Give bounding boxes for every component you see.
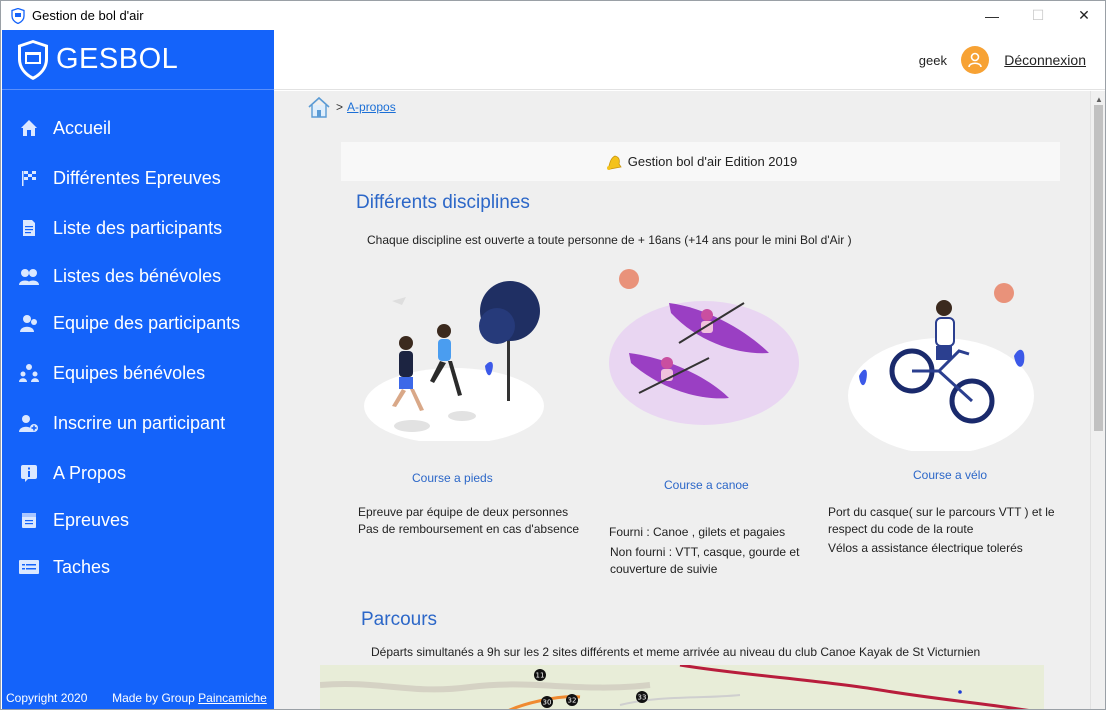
- sidebar-footer: Copyright 2020 Made by Group Paincamiche: [6, 691, 267, 705]
- discipline-caption-canoe: Course a canoe: [664, 478, 749, 492]
- edition-banner: Gestion bol d'air Edition 2019: [341, 142, 1060, 181]
- top-header: geek Déconnexion: [274, 30, 1105, 90]
- sidebar-item-label: Listes des bénévoles: [53, 265, 222, 286]
- sidebar-item-inscrire-participant[interactable]: Inscrire un participant: [2, 403, 274, 443]
- discipline-text-bike-1: Port du casque( sur le parcours VTT ) et…: [828, 505, 1055, 519]
- discipline-text-bike-3: Vélos a assistance électrique tolerés: [828, 541, 1023, 555]
- brand-name: GESBOL: [56, 43, 179, 75]
- shield-logo-icon: [18, 39, 48, 80]
- parcours-text: Départs simultanés a 9h sur les 2 sites …: [371, 645, 981, 659]
- breadcrumb: > A-propos: [307, 96, 396, 118]
- breadcrumb-current[interactable]: A-propos: [347, 100, 396, 114]
- checkered-flag-icon: [18, 167, 40, 189]
- window-controls: — ☐ ✕: [969, 1, 1105, 30]
- sidebar-item-label: Equipes bénévoles: [53, 362, 206, 383]
- sidebar-item-epreuves-differentes[interactable]: Différentes Epreuves: [2, 158, 274, 198]
- sidebar-item-a-propos[interactable]: A Propos: [2, 453, 274, 493]
- scroll-up-icon[interactable]: ▲: [1095, 95, 1103, 104]
- sidebar-item-listes-benevoles[interactable]: Listes des bénévoles: [2, 256, 274, 296]
- scroll-thumb[interactable]: [1094, 105, 1103, 431]
- sidebar-item-liste-participants[interactable]: Liste des participants: [2, 208, 274, 248]
- sidebar-item-label: Equipe des participants: [53, 312, 241, 333]
- title-bar: Gestion de bol d'air — ☐ ✕: [1, 1, 1105, 30]
- volunteer-team-icon: [18, 362, 40, 384]
- map-marker-11: 11: [536, 672, 545, 680]
- minimize-button[interactable]: —: [969, 1, 1015, 30]
- shield-app-icon: [11, 7, 25, 24]
- disciplines-intro: Chaque discipline est ouverte a toute pe…: [367, 233, 852, 247]
- map-marker-32: 32: [568, 697, 577, 705]
- tasks-icon: [18, 556, 40, 578]
- home-icon: [18, 117, 40, 139]
- group-link[interactable]: Paincamiche: [198, 691, 267, 705]
- canoe-illustration: [609, 269, 799, 425]
- window-title: Gestion de bol d'air: [32, 8, 144, 23]
- discipline-text-canoe-3: couverture de suivie: [610, 562, 718, 576]
- discipline-text-running-1: Epreuve par équipe de deux personnes: [358, 505, 569, 519]
- close-button[interactable]: ✕: [1061, 1, 1105, 30]
- map-marker-33: 33: [638, 694, 647, 702]
- sidebar-item-label: Accueil: [53, 117, 112, 138]
- document-icon: [18, 217, 40, 239]
- discipline-text-running-2: Pas de remboursement en cas d'absence: [358, 522, 580, 536]
- sidebar-item-epreuves[interactable]: Epreuves: [2, 500, 274, 540]
- bell-icon: [606, 155, 622, 170]
- sidebar-item-accueil[interactable]: Accueil: [2, 108, 274, 148]
- map-marker-30: 30: [543, 699, 552, 707]
- team-icon: [18, 312, 40, 334]
- sidebar-item-equipe-participants[interactable]: Equipe des participants: [2, 303, 274, 343]
- main-content: > A-propos Gestion bol d'air Edition 201…: [274, 91, 1090, 709]
- home-icon[interactable]: [307, 96, 331, 118]
- brand: GESBOL: [2, 30, 274, 90]
- parcours-title: Parcours: [361, 609, 438, 630]
- copyright-text: Copyright 2020: [6, 691, 88, 705]
- disciplines-title: Différents disciplines: [356, 192, 530, 213]
- maximize-button[interactable]: ☐: [1015, 1, 1061, 30]
- content-scrollbar[interactable]: ▲: [1090, 91, 1105, 709]
- logout-link[interactable]: Déconnexion: [1004, 52, 1086, 68]
- running-illustration: [364, 281, 544, 441]
- sidebar-item-label: Inscrire un participant: [53, 412, 226, 433]
- sidebar-item-equipes-benevoles[interactable]: Equipes bénévoles: [2, 353, 274, 393]
- info-icon: [18, 462, 40, 484]
- sidebar: GESBOL Accueil Différentes Epreuves List…: [2, 30, 274, 709]
- add-user-icon: [18, 412, 40, 434]
- bike-illustration: [848, 283, 1034, 451]
- user-icon: [968, 52, 982, 68]
- breadcrumb-separator: >: [336, 100, 344, 114]
- banner-text: Gestion bol d'air Edition 2019: [627, 154, 798, 169]
- sidebar-item-label: Taches: [53, 556, 111, 577]
- discipline-text-canoe-1: Fourni : Canoe , gilets et pagaies: [609, 525, 786, 539]
- avatar[interactable]: [961, 46, 989, 74]
- sidebar-item-label: A Propos: [53, 462, 127, 483]
- username: geek: [918, 53, 947, 68]
- course-map[interactable]: 11 30 32 33: [320, 665, 1044, 709]
- made-by-text: Made by Group: [112, 691, 195, 705]
- discipline-text-bike-2: respect du code de la route: [828, 522, 974, 536]
- map-graphic: 11 30 32 33: [320, 665, 1044, 709]
- discipline-text-canoe-2: Non fourni : VTT, casque, gourde et: [610, 545, 800, 559]
- calendar-icon: [18, 509, 40, 531]
- discipline-caption-bike: Course a vélo: [913, 468, 988, 482]
- discipline-caption-running: Course a pieds: [412, 471, 493, 485]
- sidebar-item-label: Différentes Epreuves: [53, 167, 221, 188]
- sidebar-item-label: Liste des participants: [53, 217, 223, 238]
- app-window: Gestion de bol d'air — ☐ ✕ GESBOL Accuei…: [0, 0, 1106, 710]
- sidebar-item-taches[interactable]: Taches: [2, 547, 274, 587]
- volunteers-icon: [18, 265, 40, 287]
- sidebar-item-label: Epreuves: [53, 509, 130, 530]
